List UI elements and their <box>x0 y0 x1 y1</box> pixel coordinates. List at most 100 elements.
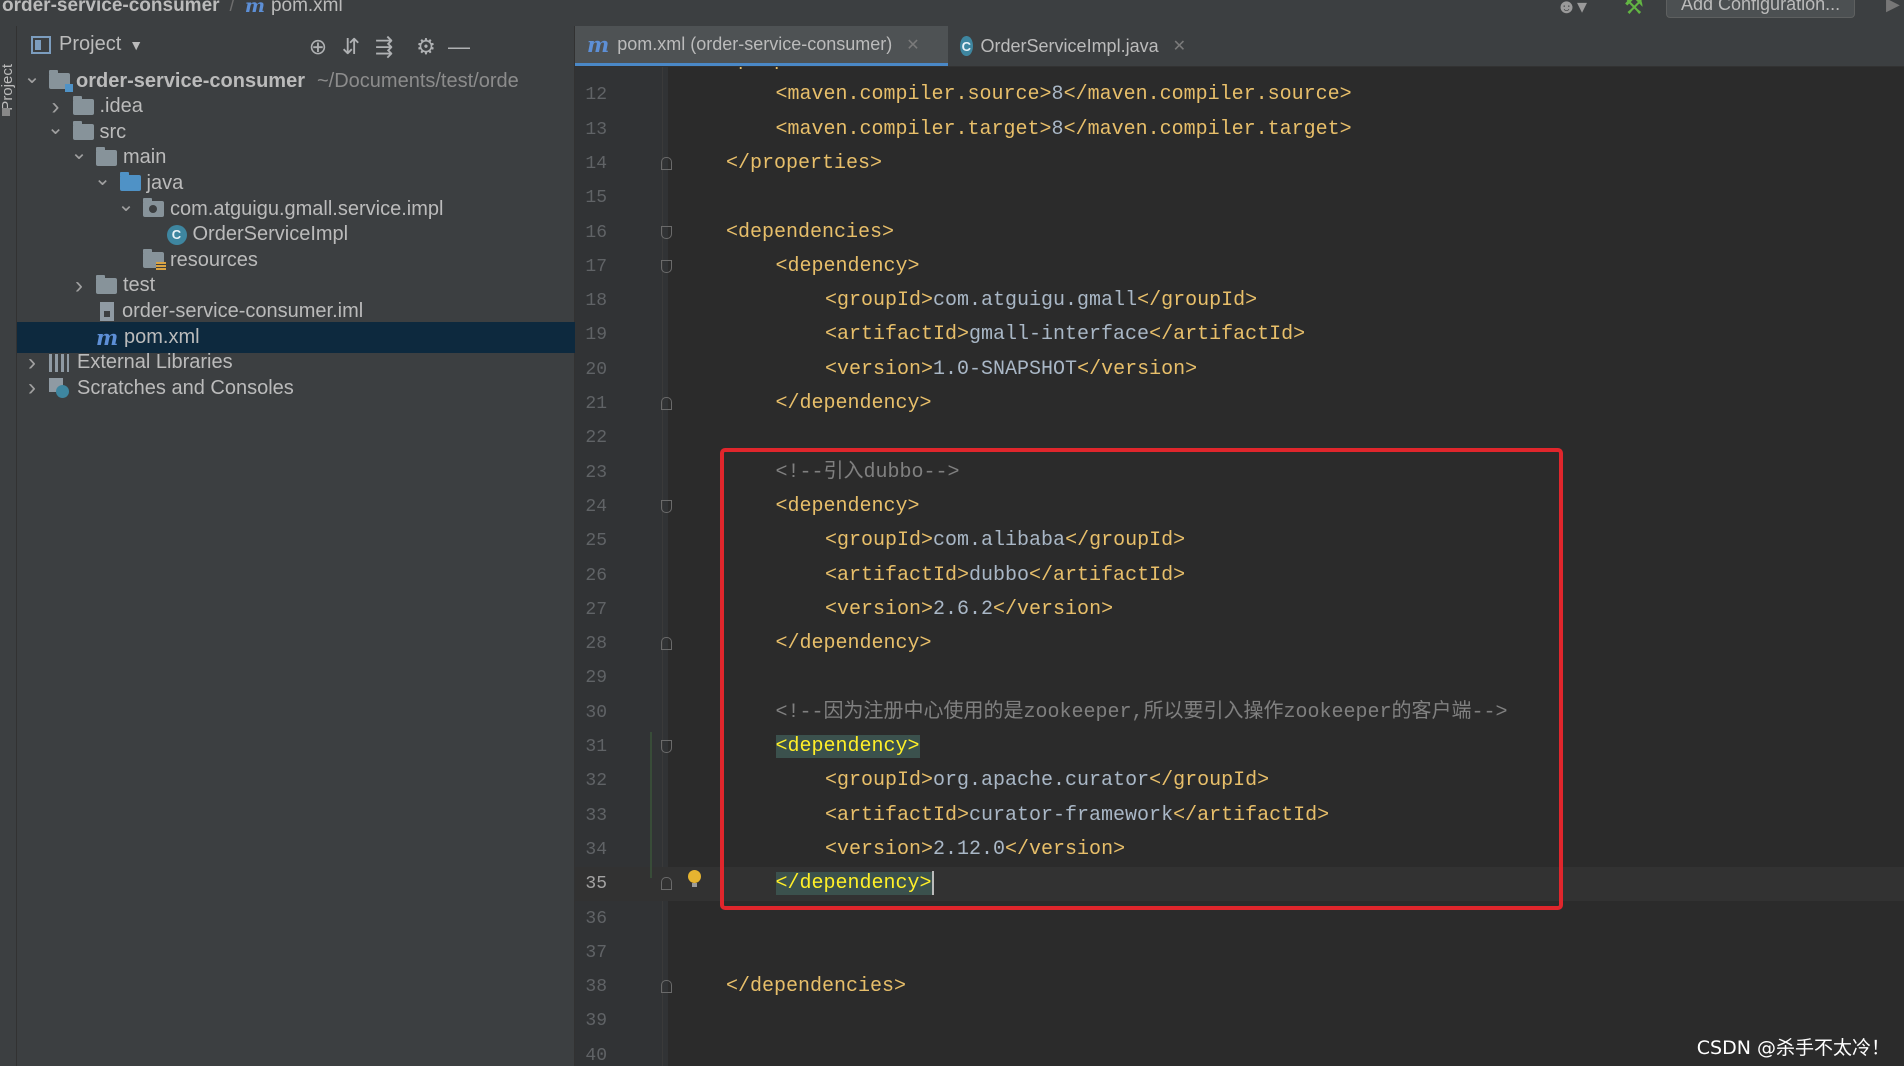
tree-item-label: Scratches and Consoles <box>77 376 294 399</box>
java-class-icon: C <box>166 224 187 245</box>
line-number: 30 <box>585 702 607 723</box>
project-view-dropdown[interactable]: Project ▼ <box>31 33 143 56</box>
code-text: <maven.compiler.target>8</maven.compiler… <box>775 117 1352 141</box>
line-number: 20 <box>585 359 607 380</box>
code-text: <groupId>com.alibaba</groupId> <box>825 529 1186 553</box>
fold-marker-icon[interactable] <box>661 156 672 170</box>
expand-all-icon[interactable]: ⇵ <box>338 34 364 60</box>
code-line[interactable]: 14 </properties> <box>575 147 1904 181</box>
code-line[interactable]: 38 </dependencies> <box>575 970 1904 1004</box>
tree-item[interactable]: › Scratches and Consoles <box>17 373 580 404</box>
code-line[interactable]: 37 <box>575 936 1904 970</box>
collapse-all-icon[interactable]: ⇶ <box>371 34 397 60</box>
fold-marker-icon[interactable] <box>661 499 672 513</box>
breadcrumb-project[interactable]: order-service-consumer <box>2 0 220 17</box>
scratches-icon <box>49 378 69 399</box>
line-number: 23 <box>585 462 607 483</box>
line-number: 35 <box>585 874 607 895</box>
code-line[interactable]: 31 <dependency> <box>575 730 1904 764</box>
code-line[interactable]: 26 <artifactId>dubbo</artifactId> <box>575 559 1904 593</box>
chevron-down-icon[interactable]: ⌄ <box>47 115 65 140</box>
fold-marker-icon[interactable] <box>661 980 672 994</box>
chevron-down-icon[interactable]: ⌄ <box>117 192 135 217</box>
code-text: </dependency> <box>775 870 934 896</box>
code-line[interactable]: 16 <dependencies> <box>575 216 1904 250</box>
line-number: 21 <box>585 394 607 414</box>
breadcrumb-separator: / <box>229 0 235 16</box>
line-number: 37 <box>585 942 607 963</box>
fold-marker-icon[interactable] <box>661 225 672 239</box>
fold-marker-icon[interactable] <box>661 877 672 891</box>
code-line[interactable]: 33 <artifactId>curator-framework</artifac… <box>575 799 1904 833</box>
code-line[interactable]: 36 <box>575 902 1904 936</box>
code-line[interactable]: 32 <groupId>org.apache.curator</groupId> <box>575 764 1904 798</box>
code-line[interactable]: 19 <artifactId>gmall-interface</artifactI… <box>575 318 1904 352</box>
tree-item-label: order-service-consumer <box>76 69 305 92</box>
code-editor[interactable]: 11 <properties> 12 <maven.compiler.source>8… <box>575 67 1904 1066</box>
code-line[interactable]: 15 <box>575 181 1904 215</box>
add-configuration-button[interactable]: Add Configuration... <box>1666 0 1856 18</box>
locate-file-icon[interactable]: ⊕ <box>305 34 331 60</box>
code-text: </dependencies> <box>726 975 907 999</box>
code-line[interactable]: 18 <groupId>com.atguigu.gmall</groupId> <box>575 284 1904 318</box>
tree-item-label: src <box>99 120 127 143</box>
chevron-down-icon[interactable]: ⌄ <box>23 64 41 89</box>
fold-marker-icon[interactable] <box>661 259 672 273</box>
fold-marker-icon[interactable] <box>661 740 672 753</box>
code-text: <!--因为注册中心使用的是zookeeper,所以要引入操作zookeeper… <box>775 700 1508 724</box>
code-line[interactable]: 13 <maven.compiler.target>8</maven.compil… <box>575 113 1904 147</box>
resources-folder-icon <box>143 249 166 271</box>
gear-icon[interactable]: ⚙ <box>413 34 439 60</box>
libraries-icon <box>49 353 69 372</box>
tree-item-label: main <box>123 146 167 169</box>
code-line[interactable]: 25 <groupId>com.alibaba</groupId> <box>575 524 1904 558</box>
tree-item-label: test <box>123 274 156 297</box>
code-line[interactable]: 17 <dependency> <box>575 250 1904 284</box>
code-line[interactable]: 29 <box>575 661 1904 695</box>
code-text: <dependency> <box>775 494 920 518</box>
user-account-icon[interactable]: ☻▾ <box>1556 0 1587 19</box>
fold-marker-icon[interactable] <box>661 397 672 410</box>
stripe-marker-icon <box>2 108 10 116</box>
hide-panel-icon[interactable]: — <box>446 34 472 60</box>
folder-icon <box>96 274 117 294</box>
code-line[interactable]: 23 <!--引入dubbo--> <box>575 456 1904 490</box>
close-icon[interactable]: ✕ <box>906 35 919 55</box>
chevron-down-icon[interactable]: ⌄ <box>94 166 112 191</box>
tool-window-stripe: Project <box>0 26 17 1066</box>
project-title: Project <box>59 33 122 55</box>
code-line[interactable]: 22 <box>575 421 1904 455</box>
tab-pom-xml[interactable]: m pom.xml (order-service-consumer) ✕ <box>575 26 948 66</box>
code-line[interactable]: 34 <version>2.12.0</version> <box>575 833 1904 867</box>
line-number: 34 <box>585 839 607 860</box>
line-number: 22 <box>585 428 607 449</box>
code-line[interactable]: 27 <version>2.6.2</version> <box>575 593 1904 627</box>
intention-bulb-icon[interactable] <box>688 870 701 887</box>
tab-label: pom.xml (order-service-consumer) <box>617 34 893 54</box>
code-line[interactable]: 24 <dependency> <box>575 490 1904 524</box>
breadcrumb-file[interactable]: pom.xml <box>271 0 343 17</box>
title-bar: order-service-consumer / m pom.xml ☻▾ ⚒ … <box>0 0 1904 27</box>
line-number: 27 <box>585 599 607 620</box>
code-text: <version>2.6.2</version> <box>825 597 1114 621</box>
line-number: 13 <box>585 119 607 140</box>
code-line[interactable]: 28 </dependency> <box>575 627 1904 661</box>
editor-tabs: m pom.xml (order-service-consumer) ✕ C O… <box>575 26 1904 67</box>
build-hammer-icon[interactable]: ⚒ <box>1624 0 1644 20</box>
code-line[interactable]: 12 <maven.compiler.source>8</maven.compil… <box>575 78 1904 112</box>
code-line[interactable]: 20 <version>1.0-SNAPSHOT</version> <box>575 353 1904 387</box>
code-line[interactable]: 11 <properties> <box>575 67 1904 78</box>
tab-orderserviceimpl[interactable]: C OrderServiceImpl.java ✕ <box>948 26 1198 66</box>
close-icon[interactable]: ✕ <box>1173 36 1186 56</box>
line-number: 19 <box>585 325 607 346</box>
code-text: <groupId>com.atguigu.gmall</groupId> <box>825 289 1258 313</box>
run-icon[interactable]: ▶ <box>1886 0 1900 15</box>
vcs-change-marker[interactable] <box>650 732 652 878</box>
chevron-right-icon[interactable]: › <box>23 374 41 402</box>
code-line[interactable]: 35 </dependency> <box>575 867 1904 902</box>
chevron-down-icon[interactable]: ⌄ <box>70 140 88 165</box>
line-number: 28 <box>585 634 607 655</box>
fold-marker-icon[interactable] <box>661 637 672 651</box>
code-line[interactable]: 30 <!--因为注册中心使用的是zookeeper,所以要引入操作zookeep… <box>575 696 1904 730</box>
code-line[interactable]: 21 </dependency> <box>575 387 1904 421</box>
